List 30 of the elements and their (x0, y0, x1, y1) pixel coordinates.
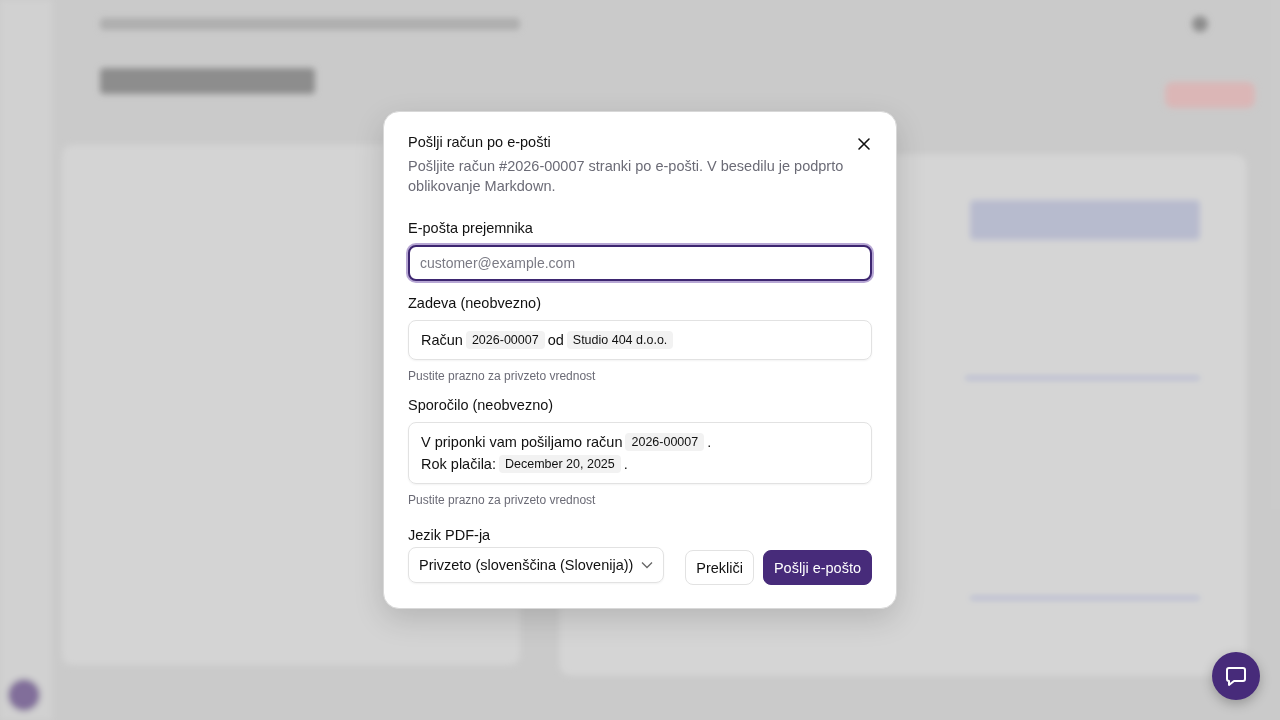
email-input[interactable]: customer@example.com (408, 245, 872, 281)
cancel-button[interactable]: Prekliči (685, 550, 754, 585)
field-hint: Pustite prazno za privzeto vrednost (408, 493, 597, 507)
dialog-description: Pošljite račun #2026-00007 stranki po e-pošti. V besedilu je podprto oblikovanje Markdown. (408, 157, 845, 196)
field-text: V priponki vam pošiljamo račun (421, 434, 623, 450)
field-text: . (623, 456, 628, 472)
chevron-down-icon (641, 561, 653, 569)
chat-bubble-icon (1225, 665, 1247, 687)
field-text: od (547, 332, 564, 348)
send-email-button[interactable]: Pošlji e-pošto (762, 550, 872, 585)
field-label: Sporočilo (neobvezno) (408, 397, 555, 413)
variable-chip: Studio 404 d.o.o. (566, 331, 674, 349)
field-label: Jezik PDF-ja (408, 527, 492, 543)
field-text: Rok plačila: (421, 456, 496, 472)
message-field[interactable]: V priponki vam pošiljamo račun 2026-00007 . Rok plačila: December 20, 2025 . (408, 422, 872, 484)
dialog-title: Pošlji račun po e-pošti (408, 134, 551, 150)
variable-chip: 2026-00007 (625, 433, 705, 451)
close-button[interactable] (856, 136, 872, 152)
language-select[interactable]: Privzeto (slovenščina (Slovenija)) (408, 547, 664, 583)
field-text: . (707, 434, 712, 450)
variable-chip: December 20, 2025 (498, 455, 621, 473)
field-label: Zadeva (neobvezno) (408, 295, 542, 311)
subject-field[interactable]: Račun 2026-00007 od Studio 404 d.o.o. (408, 320, 872, 360)
blurred-avatar (8, 679, 40, 711)
close-icon (856, 136, 872, 152)
field-text: Račun (421, 332, 463, 348)
field-label: E-pošta prejemnika (408, 220, 534, 236)
field-hint: Pustite prazno za privzeto vrednost (408, 369, 597, 383)
variable-chip: 2026-00007 (465, 331, 545, 349)
blurred-icon (1192, 16, 1208, 32)
